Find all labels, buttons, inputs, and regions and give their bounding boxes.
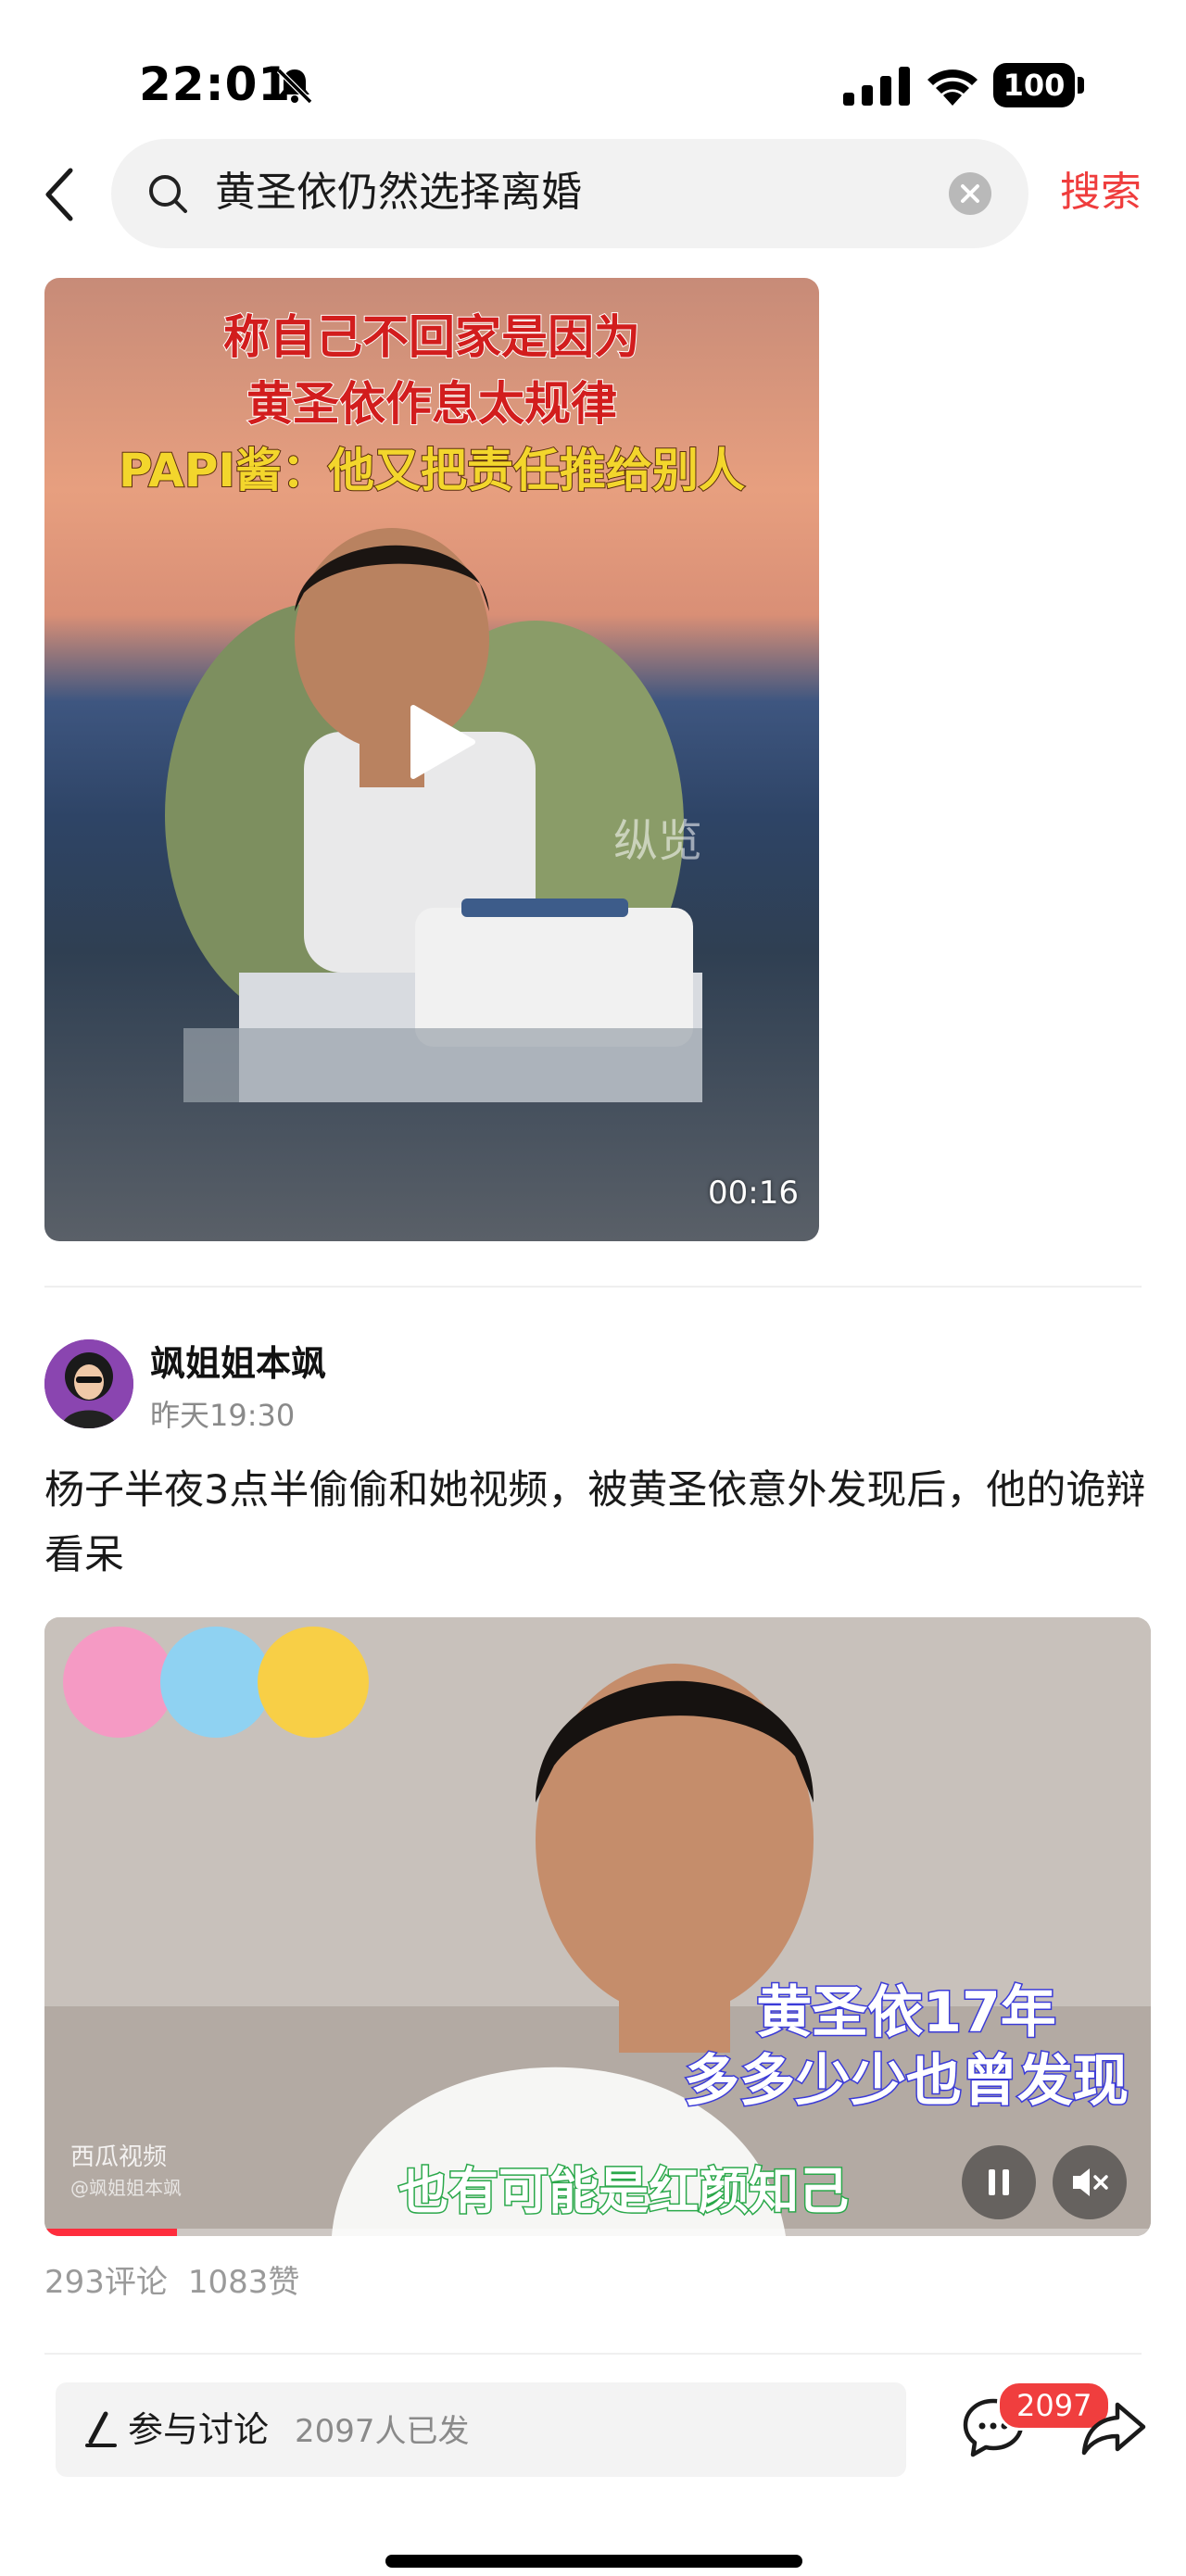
- join-discussion-input[interactable]: 参与讨论 2097人已发: [56, 2382, 906, 2477]
- overlay-line-1: 称自己不回家是因为: [222, 309, 641, 365]
- video1-watermark: 纵览: [613, 815, 703, 867]
- post-text[interactable]: 杨子半夜3点半偷偷和她视频，被黄圣依意外发现后，他的诡辩看呆: [44, 1458, 1147, 1588]
- search-query[interactable]: 黄圣依仍然选择离婚: [215, 165, 582, 220]
- author-name[interactable]: 飒姐姐本飒: [150, 1339, 326, 1388]
- share-icon[interactable]: [1080, 2399, 1147, 2458]
- video-player-2[interactable]: 黄圣依17年 多多少少也曾发现 也有可能是红颜知己 西瓜视频 @飒姐姐本飒: [44, 1617, 1151, 2236]
- overlay-line-3: PAPI酱：他又把责任推给别人: [118, 443, 746, 498]
- clear-search-button[interactable]: [949, 172, 991, 215]
- mute-button[interactable]: [1053, 2145, 1127, 2219]
- post-time: 昨天19:30: [150, 1398, 296, 1433]
- author-avatar[interactable]: [44, 1339, 133, 1428]
- search-button[interactable]: 搜索: [1060, 165, 1142, 220]
- battery-indicator: 100: [993, 63, 1086, 107]
- post-stats: 293评论 1083赞: [44, 2260, 299, 2305]
- back-button[interactable]: [41, 165, 78, 224]
- cellular-signal-icon: [843, 67, 910, 106]
- pause-button[interactable]: [962, 2145, 1036, 2219]
- video2-watermark-handle: @飒姐姐本飒: [70, 2177, 182, 2199]
- overlay-line-2: 黄圣依作息太规律: [246, 376, 618, 432]
- video2-caption-bottom: 也有可能是红颜知己: [397, 2161, 851, 2222]
- battery-level: 100: [993, 63, 1075, 107]
- comment-count[interactable]: 293评论: [44, 2264, 168, 2301]
- divider: [44, 2353, 1142, 2355]
- home-indicator[interactable]: [385, 2555, 802, 2568]
- like-count[interactable]: 1083赞: [188, 2264, 300, 2301]
- video2-watermark-logo: 西瓜视频: [70, 2143, 168, 2171]
- caption-top-line-1: 黄圣依17年: [755, 1979, 1058, 2047]
- pen-icon: [85, 2411, 117, 2447]
- video-thumbnail-1[interactable]: 称自己不回家是因为 黄圣依作息太规律 PAPI酱：他又把责任推给别人 纵览 00…: [44, 278, 819, 1241]
- video2-person-image: [44, 1617, 1151, 2236]
- play-icon[interactable]: [397, 700, 480, 784]
- search-icon: [149, 175, 187, 213]
- bell-muted-icon: [276, 68, 313, 105]
- video2-caption-top: 黄圣依17年 多多少少也曾发现: [665, 1979, 1147, 2116]
- video1-duration: 00:16: [708, 1175, 799, 1212]
- divider: [44, 1286, 1142, 1288]
- wifi-icon: [927, 69, 978, 106]
- video2-progress-bar[interactable]: [44, 2229, 1151, 2236]
- discuss-label: 参与讨论: [128, 2409, 270, 2450]
- video2-progress-fill: [44, 2229, 178, 2236]
- search-input[interactable]: 黄圣依仍然选择离婚: [111, 139, 1028, 248]
- discuss-count: 2097人已发: [295, 2413, 470, 2450]
- caption-top-line-2: 多多少少也曾发现: [683, 2048, 1130, 2116]
- status-time: 22:01: [139, 57, 292, 111]
- video1-overlay-text: 称自己不回家是因为 黄圣依作息太规律 PAPI酱：他又把责任推给别人: [44, 304, 819, 504]
